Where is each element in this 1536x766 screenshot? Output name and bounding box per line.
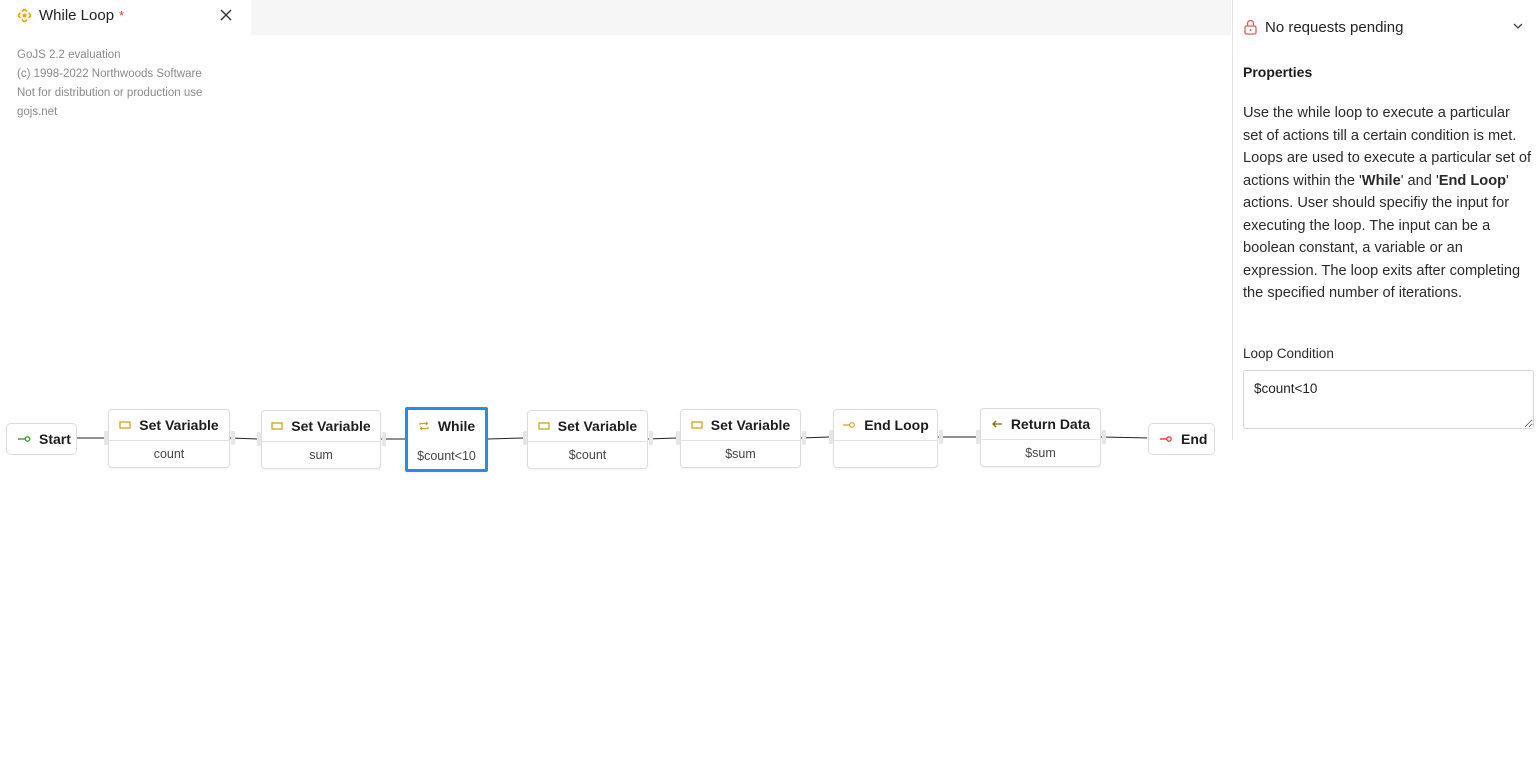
description-keyword-while: While [1361,172,1401,189]
link-while-to-node4 [487,437,524,440]
node-header: Set Variable [109,410,229,440]
node-value: sum [262,441,380,468]
node-value: $sum [981,439,1100,466]
set-variable-node[interactable]: Set Variable $sum [680,409,801,468]
start-arrow-icon [18,436,31,442]
requests-dropdown[interactable]: No requests pending [1243,16,1528,38]
properties-panel: No requests pending Properties Use the w… [1232,0,1536,766]
end-node[interactable]: End [1148,423,1215,455]
description-text: ' and ' [1400,172,1439,189]
node-title: Return Data [1010,416,1091,432]
output-port[interactable] [1102,430,1106,444]
node-value: $count [528,441,647,468]
node-header: Return Data [981,409,1100,439]
node-value: count [109,440,229,467]
input-port[interactable] [676,431,680,445]
output-port[interactable] [231,431,235,445]
set-variable-node[interactable]: Set Variable sum [261,410,381,469]
node-title: While [437,418,476,434]
return-icon [991,420,1002,428]
properties-title: Properties [1243,64,1313,80]
set-variable-node[interactable]: Set Variable $count [527,410,648,469]
input-port[interactable] [976,430,980,444]
lock-icon [1244,19,1257,35]
set-variable-node[interactable]: Set Variable count [108,409,230,468]
node-title: Set Variable [710,417,791,433]
input-port[interactable] [523,431,527,445]
link-return-to-end [1100,436,1148,439]
tab-while-loop[interactable]: While Loop * [0,0,251,35]
input-port[interactable] [829,430,833,444]
diagram-canvas[interactable]: GoJS 2.2 evaluation (c) 1998-2022 Northw… [0,35,1231,766]
end-arrow-icon [1160,436,1172,442]
variable-icon [691,421,703,429]
while-node[interactable]: While $count<10 [405,407,488,472]
return-data-node[interactable]: Return Data $sum [980,408,1101,467]
end-label: End [1181,431,1208,447]
description-text: ' actions. User should specifiy the inpu… [1243,172,1521,302]
node-value: $sum [681,440,800,467]
panel-divider [1232,0,1233,440]
loop-icon [419,421,429,431]
node-header: Set Variable [262,411,380,441]
close-icon[interactable] [218,7,234,23]
output-port[interactable] [939,430,943,444]
output-port[interactable] [382,432,386,446]
loop-condition-label: Loop Condition [1243,346,1334,361]
start-node[interactable]: Start [6,423,77,455]
description-keyword-end-loop: End Loop [1438,172,1507,189]
output-port[interactable] [649,431,653,445]
tab-bar: While Loop * [0,0,1231,35]
node-header: While [408,410,485,442]
end-loop-icon [843,422,856,428]
requests-label: No requests pending [1265,18,1404,36]
output-port[interactable] [802,431,806,445]
start-label: Start [39,431,71,447]
node-title: Set Variable [291,418,371,434]
workflow-icon [17,8,32,23]
flow-links [77,436,1148,440]
end-loop-node[interactable]: End Loop [833,409,938,468]
variable-icon [271,422,283,430]
chevron-down-icon [1513,23,1523,29]
node-header: Set Variable [681,410,800,440]
variable-icon [119,421,131,429]
input-port[interactable] [257,432,261,446]
node-value [834,440,937,467]
loop-condition-input[interactable]: $count<10 [1243,370,1534,429]
unsaved-indicator: * [119,8,125,23]
node-title: Set Variable [557,418,638,434]
node-title: Set Variable [139,417,219,433]
node-header: Set Variable [528,411,647,441]
node-header: End Loop [834,410,937,440]
properties-description: Use the while loop to execute a particul… [1243,102,1533,305]
node-title: End Loop [864,417,929,433]
tab-title: While Loop * [39,7,125,24]
variable-icon [538,422,550,430]
node-value: $count<10 [417,448,476,463]
input-port[interactable] [104,431,108,445]
